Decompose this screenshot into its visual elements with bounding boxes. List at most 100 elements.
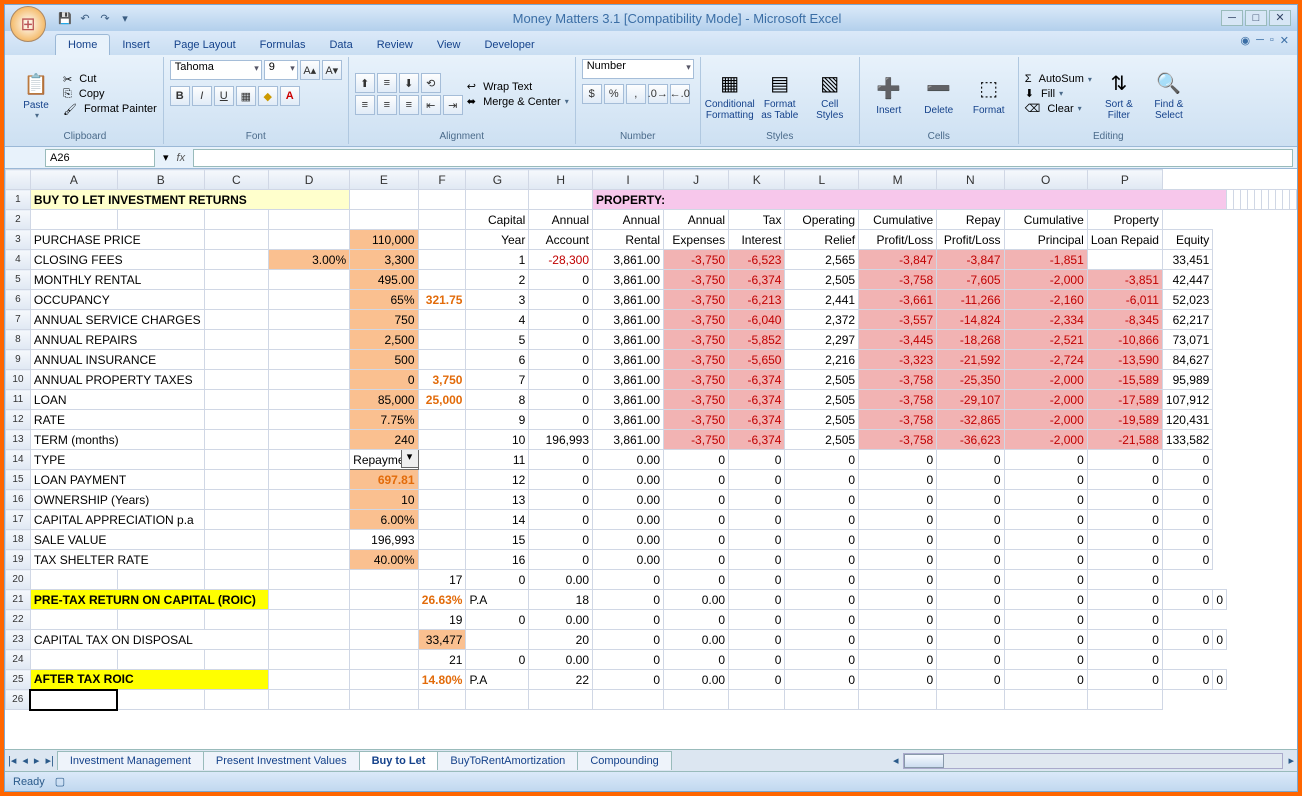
cell[interactable]: 0 — [593, 590, 664, 610]
cell[interactable]: -2,334 — [1004, 310, 1087, 330]
cell[interactable]: -3,557 — [859, 310, 937, 330]
decrease-decimal-button[interactable]: ←.0 — [670, 84, 690, 104]
cell[interactable]: 0 — [466, 650, 529, 670]
cell[interactable]: -10,866 — [1087, 330, 1162, 350]
cell[interactable]: 0 — [729, 450, 785, 470]
underline-button[interactable]: U — [214, 86, 234, 106]
tab-pagelayout[interactable]: Page Layout — [162, 35, 248, 55]
fill-button[interactable]: ⬇ Fill▾ — [1025, 87, 1092, 100]
cell[interactable]: -2,000 — [1004, 270, 1087, 290]
cell[interactable]: -29,107 — [937, 390, 1004, 410]
col-header-G[interactable]: G — [466, 170, 529, 190]
cell[interactable]: 0 — [859, 610, 937, 630]
cell[interactable]: 0 — [1087, 590, 1162, 610]
cell[interactable]: 12 — [466, 470, 529, 490]
grow-font-button[interactable]: A▴ — [300, 60, 320, 80]
cell[interactable]: 3,750 — [418, 370, 466, 390]
col-header-A[interactable]: A — [30, 170, 117, 190]
maximize-button[interactable]: □ — [1245, 10, 1267, 26]
format-painter-button[interactable]: 🖌 Format Painter — [63, 103, 157, 116]
cell[interactable]: 120,431 — [1162, 410, 1212, 430]
cell[interactable]: 0 — [729, 590, 785, 610]
cell[interactable] — [269, 310, 350, 330]
cell[interactable]: 0 — [1087, 510, 1162, 530]
cell[interactable]: -17,589 — [1087, 390, 1162, 410]
cell[interactable]: 697.81 — [350, 470, 418, 490]
cell[interactable]: 0 — [529, 550, 593, 570]
cell[interactable]: 0 — [664, 650, 729, 670]
orientation-button[interactable]: ⟲ — [421, 73, 441, 93]
cell[interactable] — [418, 270, 466, 290]
cell[interactable] — [418, 330, 466, 350]
cell[interactable]: -36,623 — [937, 430, 1004, 450]
cell[interactable]: -6,374 — [729, 410, 785, 430]
cell[interactable]: 2,505 — [785, 410, 859, 430]
cell[interactable]: 0.00 — [664, 630, 729, 650]
cell[interactable]: 0 — [937, 490, 1004, 510]
format-cells-button[interactable]: ⬚Format — [966, 71, 1012, 118]
cell[interactable]: -6,213 — [729, 290, 785, 310]
cell[interactable]: 0 — [729, 490, 785, 510]
cell[interactable]: 0 — [529, 310, 593, 330]
cell[interactable]: 0 — [1004, 630, 1087, 650]
cell[interactable]: 0 — [859, 470, 937, 490]
cell[interactable]: 1 — [466, 250, 529, 270]
cell[interactable]: 0.00 — [664, 670, 729, 690]
cell[interactable]: 0 — [1087, 450, 1162, 470]
name-box[interactable]: A26 — [45, 149, 155, 167]
cell[interactable]: 0 — [729, 670, 785, 690]
cell[interactable]: 17 — [418, 570, 466, 590]
align-top-button[interactable]: ⬆ — [355, 73, 375, 93]
cell[interactable]: 0 — [859, 450, 937, 470]
tab-view[interactable]: View — [425, 35, 473, 55]
cell[interactable]: Repay — [937, 210, 1004, 230]
cell[interactable]: -21,592 — [937, 350, 1004, 370]
cell[interactable]: -6,523 — [729, 250, 785, 270]
wrap-text-button[interactable]: ↩ Wrap Text — [467, 80, 569, 93]
cell[interactable]: Year — [466, 230, 529, 250]
cell[interactable]: 0 — [785, 510, 859, 530]
tab-home[interactable]: Home — [55, 34, 110, 55]
row-header-9[interactable]: 9 — [6, 350, 31, 370]
cell[interactable]: 0 — [785, 470, 859, 490]
increase-decimal-button[interactable]: .0→ — [648, 84, 668, 104]
cell[interactable]: -3,750 — [664, 370, 729, 390]
hscroll-left[interactable]: ◂ — [890, 754, 902, 767]
cell[interactable]: 0 — [466, 570, 529, 590]
hscroll-track[interactable] — [903, 753, 1283, 769]
conditional-formatting-button[interactable]: ▦Conditional Formatting — [707, 65, 753, 123]
cell[interactable]: 2,372 — [785, 310, 859, 330]
cell[interactable]: -3,750 — [664, 350, 729, 370]
cell[interactable]: 8 — [466, 390, 529, 410]
cell[interactable]: Annual — [664, 210, 729, 230]
cell[interactable]: 0 — [937, 470, 1004, 490]
cell[interactable]: -3,445 — [859, 330, 937, 350]
cell[interactable]: -3,758 — [859, 390, 937, 410]
cell[interactable]: 0 — [729, 570, 785, 590]
cell[interactable]: -3,750 — [664, 290, 729, 310]
cell[interactable]: 0 — [1162, 630, 1212, 650]
cell[interactable]: 0 — [1004, 550, 1087, 570]
cell[interactable]: 52,023 — [1162, 290, 1212, 310]
name-box-dropdown-icon[interactable]: ▾ — [163, 151, 169, 164]
office-button[interactable] — [10, 6, 46, 42]
cell[interactable]: 0 — [1087, 630, 1162, 650]
cell[interactable]: 20 — [529, 630, 593, 650]
cell[interactable]: 0 — [937, 550, 1004, 570]
cell[interactable]: 62,217 — [1162, 310, 1212, 330]
cell[interactable]: 196,993 — [529, 430, 593, 450]
cell[interactable]: 750 — [350, 310, 418, 330]
cell[interactable]: 2,505 — [785, 270, 859, 290]
cell[interactable]: -21,588 — [1087, 430, 1162, 450]
cell[interactable]: 0 — [937, 530, 1004, 550]
cell[interactable]: 0 — [1087, 650, 1162, 670]
cell[interactable]: 25,000 — [418, 390, 466, 410]
cell[interactable]: Interest — [729, 230, 785, 250]
sort-filter-button[interactable]: ⇅Sort & Filter — [1096, 65, 1142, 123]
cell[interactable]: 14.80% — [418, 670, 466, 690]
fx-icon[interactable]: fx — [177, 152, 186, 164]
cell[interactable]: 0.00 — [593, 530, 664, 550]
cell[interactable]: Profit/Loss — [937, 230, 1004, 250]
cell[interactable]: 0 — [1004, 470, 1087, 490]
cell[interactable]: Cumulative — [1004, 210, 1087, 230]
